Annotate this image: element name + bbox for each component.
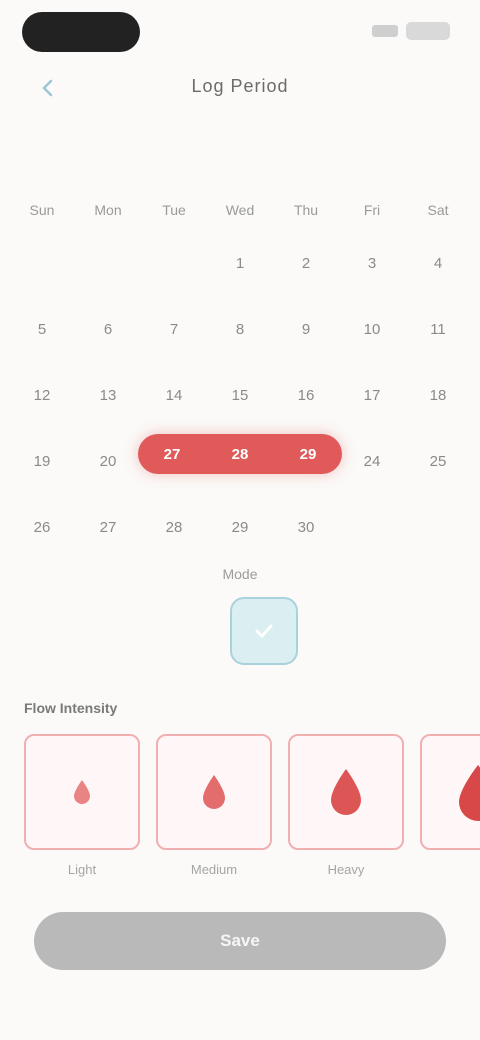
- calendar: Sun Mon Tue Wed Thu Fri Sat 1 2 3 4 5 6 …: [10, 190, 470, 560]
- status-bar: [0, 0, 480, 64]
- calendar-week: 26 27 28 29 30: [10, 494, 470, 560]
- calendar-day[interactable]: 19: [10, 453, 74, 470]
- flow-option-heavy[interactable]: Heavy: [288, 734, 404, 884]
- flow-option-medium[interactable]: Medium: [156, 734, 272, 884]
- calendar-day[interactable]: 30: [274, 519, 338, 536]
- flow-option-box[interactable]: [24, 734, 140, 850]
- calendar-day[interactable]: 20: [76, 453, 140, 470]
- flow-option-box[interactable]: [156, 734, 272, 850]
- flow-option-label: Heavy: [327, 862, 365, 877]
- status-indicators: [372, 22, 450, 40]
- calendar-day[interactable]: 16: [274, 387, 338, 404]
- weekday-header: Sun Mon Tue Wed Thu Fri Sat: [10, 190, 470, 230]
- calendar-day[interactable]: 14: [142, 387, 206, 404]
- calendar-day[interactable]: 11: [406, 321, 470, 338]
- calendar-day[interactable]: 1: [208, 255, 272, 272]
- mode-option-active[interactable]: [230, 597, 298, 665]
- selected-day[interactable]: 27: [164, 446, 181, 463]
- calendar-week: 12 13 14 15 16 17 18: [10, 362, 470, 428]
- calendar-day[interactable]: 5: [10, 321, 74, 338]
- calendar-day[interactable]: 18: [406, 387, 470, 404]
- weekday-label: Thu: [293, 202, 319, 218]
- calendar-day[interactable]: 3: [340, 255, 404, 272]
- flow-option-label: Light: [67, 862, 97, 877]
- flow-option-extra[interactable]: [420, 734, 480, 884]
- calendar-day[interactable]: 29: [208, 519, 272, 536]
- calendar-day[interactable]: 28: [142, 519, 206, 536]
- calendar-day[interactable]: 6: [76, 321, 140, 338]
- page-title: Log Period: [191, 76, 289, 96]
- selected-period-range[interactable]: 27 28 29: [138, 434, 342, 474]
- flow-option-box[interactable]: [288, 734, 404, 850]
- calendar-day[interactable]: 25: [406, 453, 470, 470]
- flow-section-title: Flow Intensity: [24, 700, 118, 716]
- mode-label: Mode: [222, 566, 258, 582]
- calendar-week: 1 2 3 4: [10, 230, 470, 296]
- weekday-label: Mon: [94, 202, 122, 218]
- calendar-day[interactable]: 10: [340, 321, 404, 338]
- calendar-day[interactable]: 12: [10, 387, 74, 404]
- droplet-large-icon: [331, 769, 361, 815]
- selected-day[interactable]: 28: [232, 446, 249, 463]
- weekday-label: Sat: [427, 202, 449, 218]
- header: Log Period: [0, 64, 480, 112]
- calendar-day[interactable]: 15: [208, 387, 272, 404]
- mode-selector: [70, 594, 470, 668]
- mode-option[interactable]: [314, 599, 378, 663]
- calendar-day[interactable]: 7: [142, 321, 206, 338]
- calendar-day[interactable]: 24: [340, 453, 404, 470]
- selected-day[interactable]: 29: [300, 446, 317, 463]
- mode-option[interactable]: [150, 599, 214, 663]
- weekday-label: Fri: [363, 202, 381, 218]
- calendar-day[interactable]: 17: [340, 387, 404, 404]
- mode-option[interactable]: [70, 599, 134, 663]
- calendar-day[interactable]: 4: [406, 255, 470, 272]
- flow-section-header: Flow Intensity: [24, 696, 456, 720]
- save-button[interactable]: Save: [34, 912, 446, 970]
- weekday-label: Tue: [162, 202, 186, 218]
- calendar-day[interactable]: 26: [10, 519, 74, 536]
- flow-option-light[interactable]: Light: [24, 734, 140, 884]
- calendar-day[interactable]: 13: [76, 387, 140, 404]
- droplet-medium-icon: [203, 775, 225, 809]
- flow-option-label: Medium: [190, 862, 238, 877]
- calendar-day[interactable]: 27: [76, 519, 140, 536]
- calendar-day[interactable]: 8: [208, 321, 272, 338]
- calendar-week: 5 6 7 8 9 10 11: [10, 296, 470, 362]
- calendar-day[interactable]: 9: [274, 321, 338, 338]
- flow-options: Light Medium Heavy: [24, 734, 480, 884]
- weekday-label: Wed: [225, 202, 255, 218]
- battery-icon: [406, 22, 450, 40]
- droplet-xlarge-icon: [459, 765, 480, 821]
- signal-icon: [372, 25, 398, 37]
- check-icon: [255, 624, 273, 638]
- dynamic-island: [22, 12, 140, 52]
- flow-option-box[interactable]: [420, 734, 480, 850]
- droplet-small-icon: [74, 780, 90, 804]
- calendar-day[interactable]: 2: [274, 255, 338, 272]
- weekday-label: Sun: [29, 202, 55, 218]
